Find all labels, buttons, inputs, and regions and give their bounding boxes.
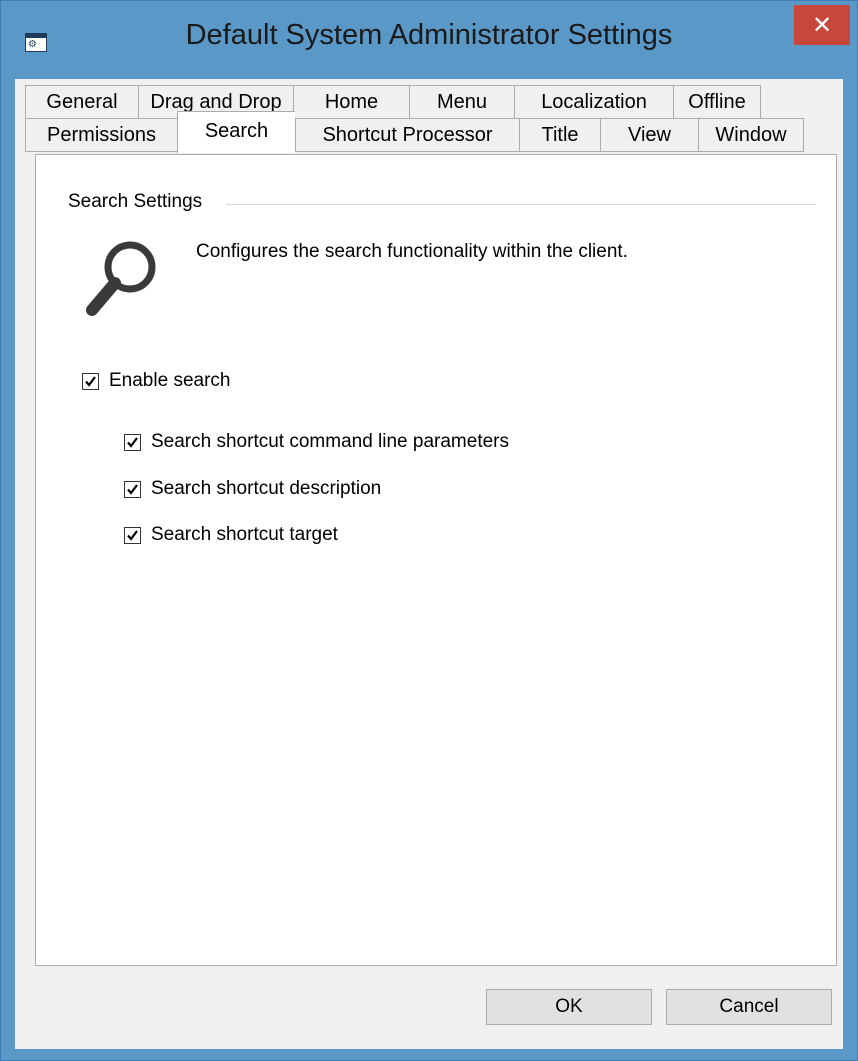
tab-search[interactable]: Search (177, 111, 295, 153)
search-icon (86, 241, 156, 316)
search-settings-panel: Search Settings Configures the search fu… (35, 154, 837, 966)
panel-description: Configures the search functionality with… (196, 241, 628, 262)
window-title: Default System Administrator Settings (185, 19, 673, 51)
tab-menu[interactable]: Menu (409, 85, 514, 119)
group-divider (226, 204, 816, 205)
option-row[interactable]: Search shortcut description (124, 477, 381, 501)
tab-permissions[interactable]: Permissions (25, 118, 177, 152)
group-label: Search Settings (68, 191, 213, 213)
option-label: Search shortcut target (151, 524, 338, 545)
close-button[interactable]: ✕ (794, 5, 850, 45)
tab-row-2: Permissions Search Shortcut Processor Ti… (25, 111, 804, 153)
option-label: Search shortcut description (151, 478, 382, 499)
enable-search-row[interactable]: Enable search (82, 369, 230, 393)
tab-view[interactable]: View (600, 118, 698, 152)
tab-offline[interactable]: Offline (673, 85, 761, 119)
tab-window[interactable]: Window (698, 118, 804, 152)
cancel-button[interactable]: Cancel (666, 989, 832, 1025)
ok-button[interactable]: OK (486, 989, 652, 1025)
tab-localization[interactable]: Localization (514, 85, 673, 119)
enable-search-label: Enable search (109, 370, 231, 391)
tab-home[interactable]: Home (293, 85, 409, 119)
enable-search-checkbox[interactable] (82, 372, 99, 390)
option-row[interactable]: Search shortcut command line parameters (124, 430, 509, 454)
option-row[interactable]: Search shortcut target (124, 523, 338, 547)
search-cmdline-checkbox[interactable] (124, 433, 141, 451)
tab-title[interactable]: Title (519, 118, 600, 152)
tab-general[interactable]: General (25, 85, 138, 119)
title-bar[interactable]: ⚙ Default System Administrator Settings … (1, 1, 857, 79)
search-description-checkbox[interactable] (124, 480, 141, 498)
search-target-checkbox[interactable] (124, 526, 141, 544)
tab-shortcut-processor[interactable]: Shortcut Processor (295, 118, 519, 152)
option-label: Search shortcut command line parameters (151, 431, 509, 452)
tab-row-1: General Drag and Drop Home Menu Localiza… (25, 85, 761, 119)
settings-window: ⚙ Default System Administrator Settings … (0, 0, 858, 1061)
